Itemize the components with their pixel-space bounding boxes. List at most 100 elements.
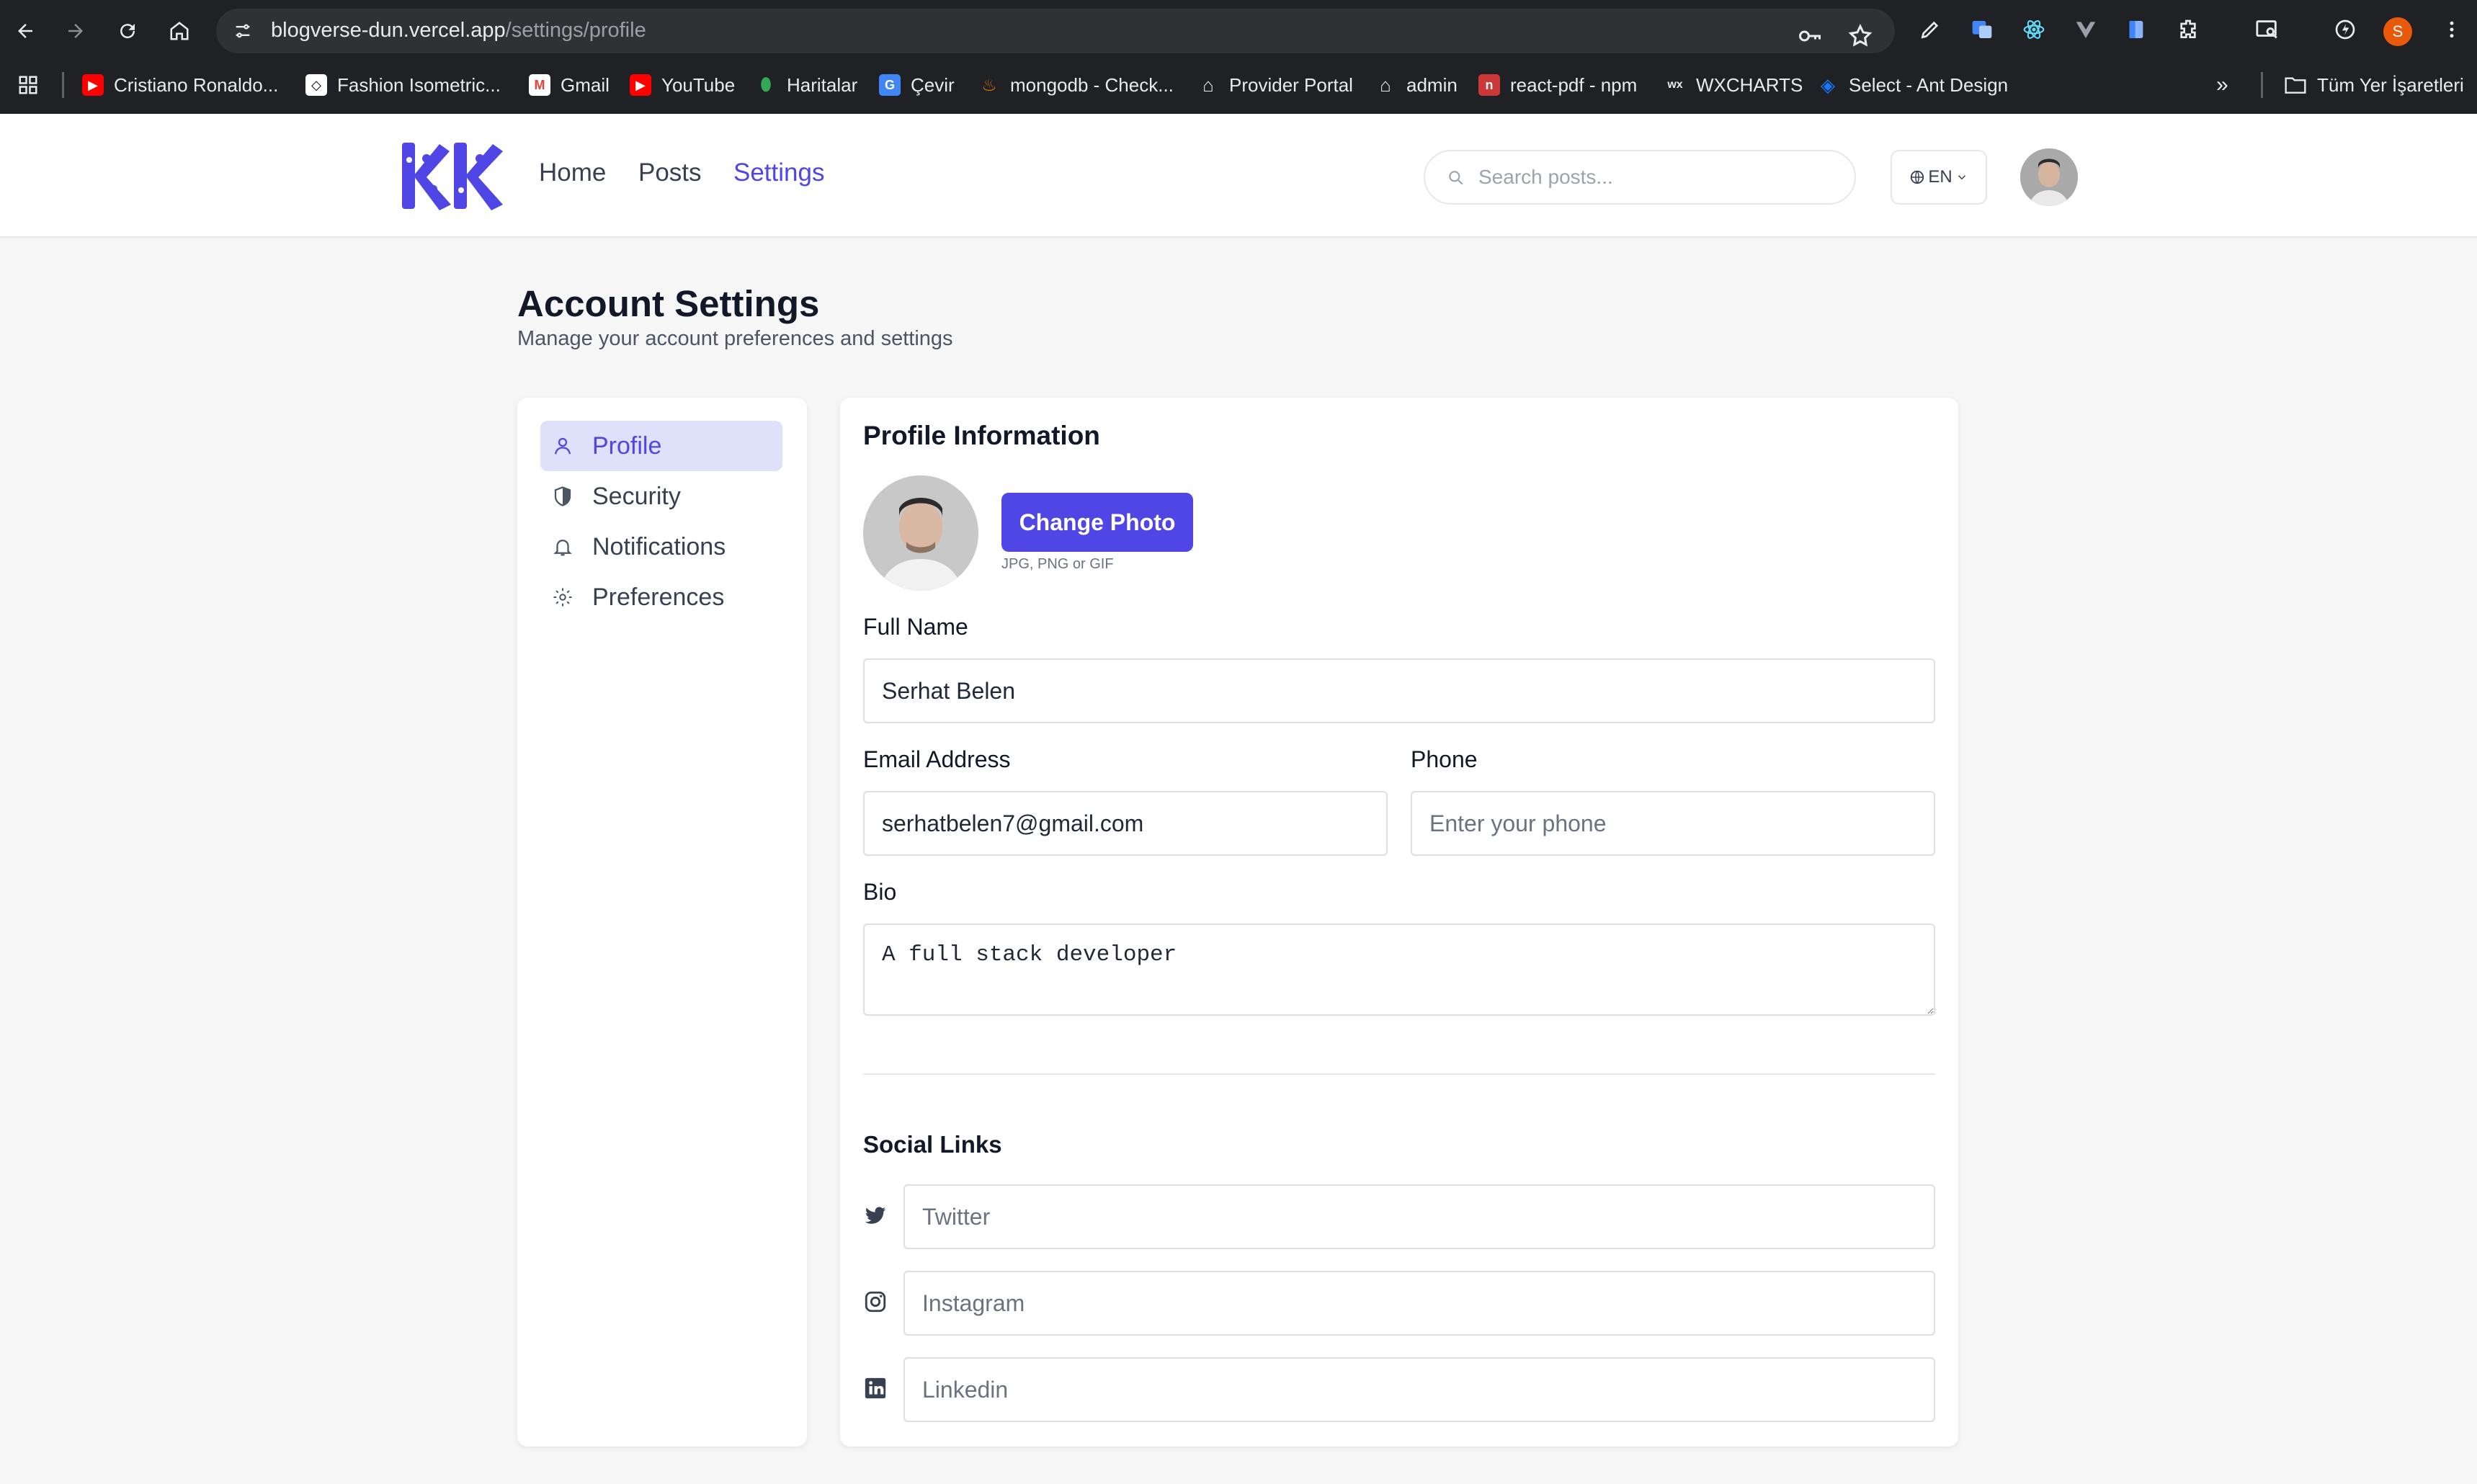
full-name-label: Full Name: [863, 614, 968, 640]
bookmark-item[interactable]: ⌂ Provider Portal: [1197, 71, 1353, 99]
bookmark-item[interactable]: ▶ YouTube: [630, 71, 735, 99]
youtube-icon: ▶: [630, 74, 651, 96]
vue-devtools-icon[interactable]: [2072, 16, 2099, 43]
apps-grid-icon[interactable]: [17, 71, 39, 99]
sidebar-item-security[interactable]: Security: [540, 471, 782, 522]
bookmark-item[interactable]: G Çevir: [879, 71, 955, 99]
sidebar-item-notifications[interactable]: Notifications: [540, 522, 782, 572]
bookmarks-divider: [62, 72, 64, 98]
bookmark-item[interactable]: ◈ Select - Ant Design: [1817, 71, 2008, 99]
chevron-down-icon: [1958, 175, 1965, 180]
docs-extension-icon[interactable]: [2123, 16, 2150, 43]
change-photo-button[interactable]: Change Photo: [1001, 493, 1193, 552]
site-settings-icon: [236, 24, 250, 38]
back-button[interactable]: [10, 16, 40, 46]
phone-label: Phone: [1411, 746, 1478, 772]
nav-settings-link[interactable]: Settings: [733, 158, 824, 187]
bookmark-item[interactable]: n react-pdf - npm: [1478, 71, 1637, 99]
bio-textarea[interactable]: A full stack developer: [863, 924, 1935, 1016]
all-bookmarks-folder[interactable]: Tüm Yer İşaretleri: [2284, 71, 2464, 99]
bookmark-label: Gmail: [561, 73, 610, 96]
shield-icon: [554, 486, 571, 506]
instagram-icon: [865, 1291, 886, 1313]
bookmark-label: Çevir: [911, 73, 955, 96]
address-bar[interactable]: blogverse-dun.vercel.app/settings/profil…: [216, 9, 1895, 53]
translate-extension-icon[interactable]: [1968, 16, 1996, 43]
home-button[interactable]: [164, 16, 195, 46]
sidebar-item-profile[interactable]: Profile: [540, 421, 782, 471]
bookmark-label: react-pdf - npm: [1510, 73, 1638, 96]
bookmark-label: Haritalar: [787, 73, 858, 96]
bookmark-item[interactable]: ⌂ admin: [1375, 71, 1458, 99]
page-subtitle: Manage your account preferences and sett…: [517, 327, 953, 350]
nav-home-link[interactable]: Home: [539, 158, 606, 187]
bookmark-item[interactable]: ⬮ Haritalar: [755, 71, 857, 99]
pen-extension-icon[interactable]: [1916, 16, 1944, 43]
search-bar: [1424, 150, 1856, 205]
search-input[interactable]: [1478, 163, 1824, 192]
full-name-field[interactable]: [863, 658, 1935, 723]
sidebar-item-preferences[interactable]: Preferences: [540, 572, 782, 622]
browser-toolbar: blogverse-dun.vercel.app/settings/profil…: [0, 0, 2477, 62]
star-icon[interactable]: [1847, 23, 1873, 49]
linkedin-field[interactable]: [903, 1357, 1935, 1422]
section-divider: [863, 1073, 1935, 1075]
performance-icon[interactable]: [2331, 16, 2359, 43]
gear-icon: [553, 588, 572, 607]
react-devtools-icon[interactable]: [2020, 16, 2048, 43]
bookmark-item[interactable]: wx WXCHARTS: [1664, 71, 1803, 99]
bookmark-label: Fashion Isometric...: [337, 73, 501, 96]
url-path: /settings/profile: [505, 19, 646, 42]
nav-posts-link[interactable]: Posts: [638, 158, 702, 187]
reload-icon: [120, 24, 135, 39]
user-icon: [554, 437, 571, 455]
bookmark-label: Provider Portal: [1229, 73, 1353, 96]
forward-button[interactable]: [61, 16, 91, 46]
bookmark-label: Select - Ant Design: [1849, 73, 2009, 96]
arrow-right-icon: [68, 24, 83, 38]
profile-photo: [863, 475, 978, 591]
arrow-left-icon: [18, 24, 32, 38]
twitter-field[interactable]: [903, 1184, 1935, 1249]
sidebar-item-label: Profile: [592, 432, 662, 460]
bookmark-item[interactable]: ◇ Fashion Isometric...: [305, 71, 501, 99]
bookmark-label: YouTube: [661, 73, 736, 96]
home-icon: [170, 22, 189, 40]
user-photo: [863, 475, 978, 591]
bookmark-item[interactable]: ♨ mongodb - Check...: [978, 71, 1174, 99]
url-text: blogverse-dun.vercel.app/settings/profil…: [271, 19, 646, 43]
more-bookmarks-chevron-icon[interactable]: »: [2216, 71, 2228, 99]
translate-icon: G: [879, 74, 901, 96]
user-photo: [2020, 148, 2078, 206]
sidebar-item-label: Notifications: [592, 533, 726, 560]
reload-button[interactable]: [112, 16, 143, 46]
home-icon: ⌂: [1202, 73, 1214, 96]
language-label: EN: [1928, 167, 1952, 187]
all-bookmarks-label: Tüm Yer İşaretleri: [2317, 73, 2464, 96]
social-links-title: Social Links: [863, 1131, 1002, 1158]
bookmark-item[interactable]: ▶ Cristiano Ronaldo...: [82, 71, 278, 99]
key-icon[interactable]: [1797, 23, 1823, 49]
twitter-icon: [865, 1207, 886, 1224]
mongodb-icon: ♨: [981, 75, 997, 95]
browser-chrome: blogverse-dun.vercel.app/settings/profil…: [0, 0, 2477, 114]
tab-search-icon[interactable]: [2254, 16, 2281, 43]
antd-icon: ◈: [1821, 73, 1835, 96]
instagram-field[interactable]: [903, 1271, 1935, 1336]
browser-profile-avatar[interactable]: S: [2383, 17, 2412, 46]
search-icon: [1449, 171, 1463, 185]
maps-icon: ⬮: [760, 75, 772, 94]
sidebar-item-label: Preferences: [592, 584, 725, 611]
language-selector[interactable]: EN: [1891, 150, 1987, 205]
sidebar-item-label: Security: [592, 483, 681, 510]
user-avatar[interactable]: [2020, 148, 2078, 206]
linkedin-icon: [865, 1377, 886, 1399]
email-field[interactable]: [863, 791, 1388, 856]
puzzle-extensions-icon[interactable]: [2174, 16, 2202, 43]
url-host: blogverse-dun.vercel.app: [271, 19, 506, 42]
bookmark-item[interactable]: M Gmail: [529, 71, 610, 99]
bookmarks-divider: [2261, 72, 2263, 98]
phone-field[interactable]: [1411, 791, 1935, 856]
kebab-menu-icon[interactable]: [2438, 16, 2465, 43]
blogverse-logo-icon[interactable]: [395, 138, 506, 213]
